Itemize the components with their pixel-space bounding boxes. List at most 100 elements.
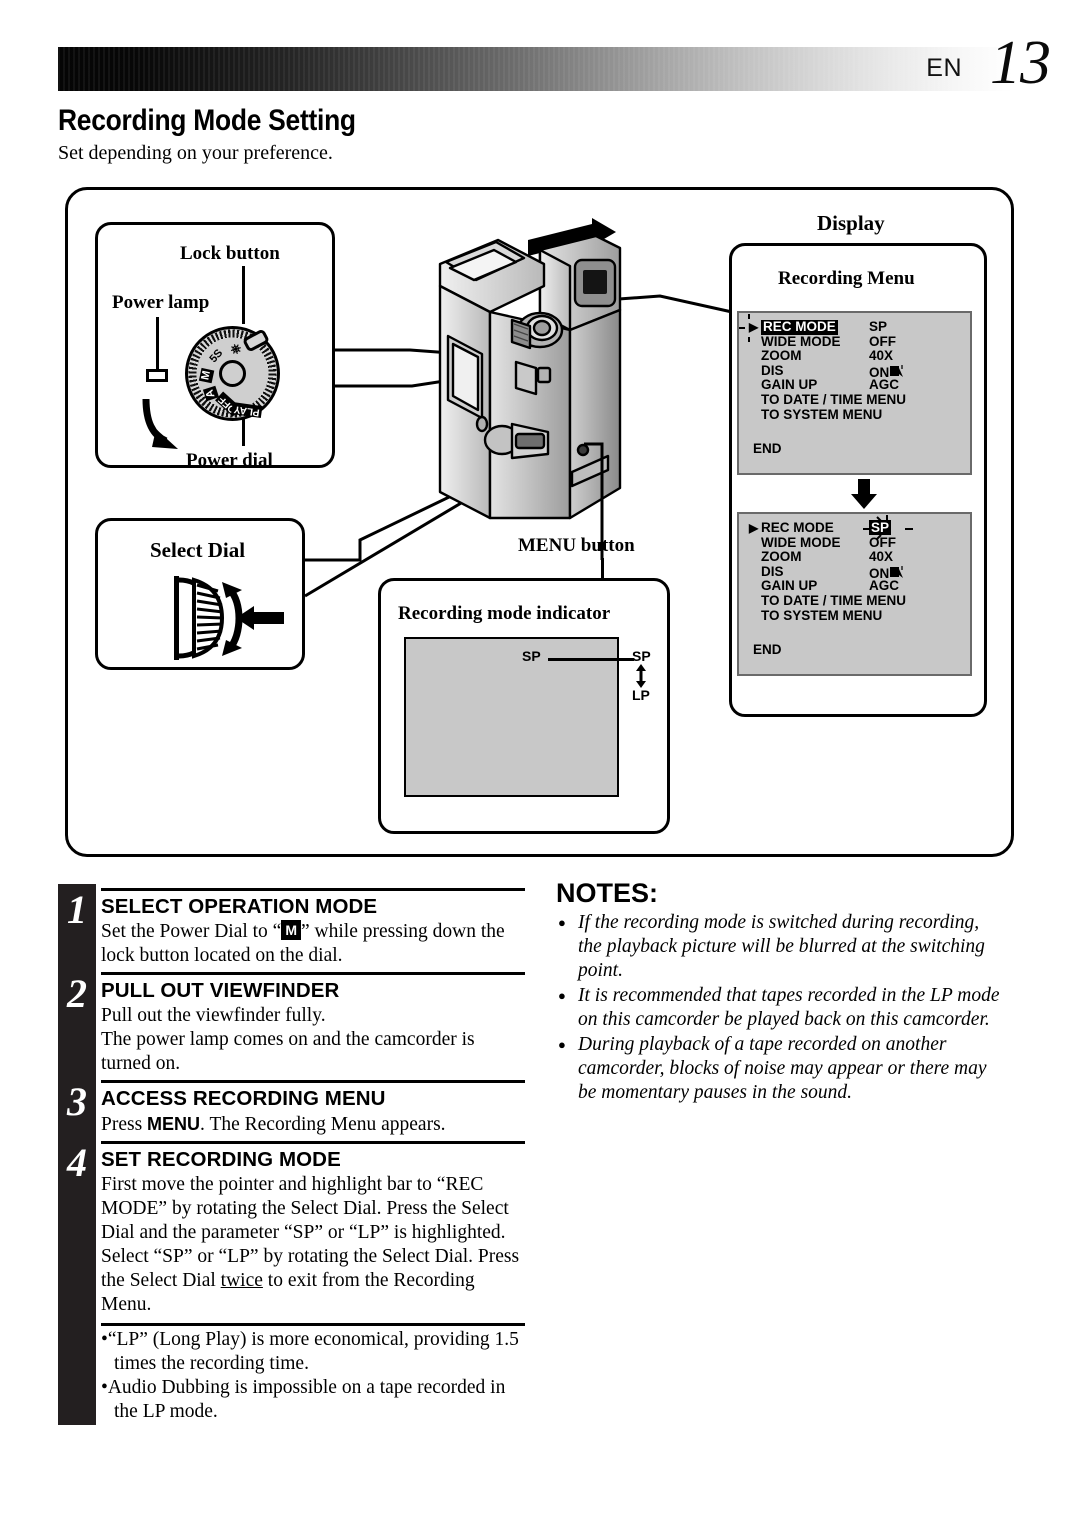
menu-item-label: ZOOM xyxy=(761,348,802,364)
menu-rows-2: ▶ REC MODE SP WIDE MODE OFF ZOOM 40X DIS ON GAIN … xyxy=(747,515,969,624)
step-bullets: •“LP” (Long Play) is more economical, pr… xyxy=(101,1328,525,1424)
bullet-item: •“LP” (Long Play) is more economical, pr… xyxy=(101,1329,519,1374)
manual-page: EN 13 Recording Mode Setting Set dependi… xyxy=(0,0,1080,1533)
flow-down-arrow-icon xyxy=(851,479,877,509)
manual-mode-icon: M xyxy=(281,920,302,940)
page-subtitle: Set depending on your preference. xyxy=(58,142,333,164)
power-lamp-leader xyxy=(156,317,159,370)
page-number: 13 xyxy=(990,29,1051,97)
bullets-divider xyxy=(101,1323,525,1326)
lp-option-label: LP xyxy=(632,687,650,703)
notes-list: If the recording mode is switched during… xyxy=(556,911,1006,1105)
menu-row[interactable]: ▶ REC MODE SP xyxy=(747,515,969,540)
viewfinder-screen xyxy=(404,637,619,797)
recording-mode-indicator-title: Recording mode indicator xyxy=(398,603,611,624)
menu-item-label: TO DATE / TIME MENU xyxy=(761,391,906,407)
menu-item-value: SP xyxy=(869,319,888,334)
menu-pointer-icon: ▶ xyxy=(749,320,759,334)
language-code: EN xyxy=(926,54,962,82)
menu-item-label: TO SYSTEM MENU xyxy=(761,406,883,422)
bullet-item: •Audio Dubbing is impossible on a tape r… xyxy=(101,1377,506,1422)
page-title: Recording Mode Setting xyxy=(58,104,356,137)
menu-row[interactable]: GAIN UP AGC xyxy=(747,378,969,393)
menu-item-label: TO DATE / TIME MENU xyxy=(761,592,906,608)
menu-item-label: DIS xyxy=(761,563,784,579)
step-divider xyxy=(101,1080,525,1083)
recording-menu-screen-1: ▶ REC MODE SP WIDE MODE OFF ZOOM 40X DIS ON GAIN … xyxy=(737,311,972,475)
power-lamp-label: Power lamp xyxy=(112,292,210,313)
instruction-step: SET RECORDING MODE First move the pointer… xyxy=(101,1137,525,1317)
dial-mark-m: M xyxy=(198,367,215,384)
note-item: It is recommended that tapes recorded in… xyxy=(556,984,1006,1032)
step-body: Press MENU. The Recording Menu appears. xyxy=(101,1114,446,1135)
emphasis-twice: twice xyxy=(220,1270,263,1291)
menu-end-2[interactable]: END xyxy=(753,642,782,657)
power-dial-label: Power dial xyxy=(186,450,273,471)
menu-item-value: 40X xyxy=(869,348,894,364)
step-divider xyxy=(101,972,525,975)
sp-option-label: SP xyxy=(632,648,651,664)
menu-row[interactable]: WIDE MODE OFF xyxy=(747,333,969,350)
step-number: 3 xyxy=(67,1079,87,1124)
recording-menu-screen-2: ▶ REC MODE SP WIDE MODE OFF ZOOM 40X DIS ON GAIN … xyxy=(737,512,972,676)
step-number: 1 xyxy=(67,887,87,932)
step-heading: PULL OUT VIEWFINDER xyxy=(101,979,340,1002)
steps-list: SELECT OPERATION MODE Set the Power Dial … xyxy=(101,884,525,1424)
menu-row[interactable]: TO DATE / TIME MENU xyxy=(747,592,969,609)
menu-item-label: WIDE MODE xyxy=(761,534,841,550)
menu-item-value: AGC xyxy=(869,578,899,594)
menu-item-value: OFF xyxy=(869,333,896,349)
menu-item-label: REC MODE xyxy=(761,520,834,535)
menu-row[interactable]: WIDE MODE OFF xyxy=(747,534,969,551)
menu-item-label: REC MODE xyxy=(761,319,838,335)
menu-item-label: WIDE MODE xyxy=(761,333,841,349)
step-divider xyxy=(101,888,525,891)
lock-button-label: Lock button xyxy=(180,243,280,264)
menu-item-label: TO SYSTEM MENU xyxy=(761,607,883,623)
step-heading: SET RECORDING MODE xyxy=(101,1148,341,1171)
menu-row[interactable]: DIS ON xyxy=(747,362,969,380)
select-dial-icon xyxy=(174,576,284,660)
menu-row[interactable]: ZOOM 40X xyxy=(747,549,969,565)
menu-rows-1: ▶ REC MODE SP WIDE MODE OFF ZOOM 40X DIS ON GAIN … xyxy=(739,314,969,423)
step-body: Pull out the viewfinder fully. The power… xyxy=(101,1005,475,1074)
menu-pointer-icon: ▶ xyxy=(749,521,759,535)
notes-section: NOTES: If the recording mode is switched… xyxy=(556,878,1006,1106)
menu-end-1[interactable]: END xyxy=(753,441,782,456)
step-divider xyxy=(101,1141,525,1144)
display-label: Display xyxy=(817,211,885,235)
recording-menu-title: Recording Menu xyxy=(778,268,915,289)
menu-row[interactable]: GAIN UP AGC xyxy=(747,579,969,594)
instruction-step: ACCESS RECORDING MENU Press MENU. The Rec… xyxy=(101,1076,525,1137)
menu-item-value: 40X xyxy=(869,549,894,565)
dial-hub xyxy=(219,360,246,387)
menu-item-label: DIS xyxy=(761,362,784,378)
step-heading: SELECT OPERATION MODE xyxy=(101,895,378,918)
power-dial-illustration: ⎈ 5S M A OFF PLAY xyxy=(185,326,280,421)
menu-row[interactable]: ZOOM 40X xyxy=(747,348,969,364)
notes-title: NOTES: xyxy=(556,878,659,908)
menu-row[interactable]: TO SYSTEM MENU xyxy=(747,406,969,423)
menu-button-leader-elbow xyxy=(584,442,604,560)
menu-item-value: OFF xyxy=(869,534,896,550)
step-body: First move the pointer and highlight bar… xyxy=(101,1174,520,1315)
lock-button-leader xyxy=(242,266,245,324)
menu-row[interactable]: ▶ REC MODE SP xyxy=(739,314,969,342)
dial-rotation-arrow-icon xyxy=(142,398,178,449)
sp-lp-toggle-arrow-icon xyxy=(636,664,646,688)
menu-row[interactable]: DIS ON xyxy=(747,563,969,581)
select-dial-label: Select Dial xyxy=(150,538,246,562)
step-number: 4 xyxy=(67,1140,87,1185)
menu-item-value: AGC xyxy=(869,377,899,393)
instruction-step: PULL OUT VIEWFINDER Pull out the viewfind… xyxy=(101,968,525,1076)
step-heading: ACCESS RECORDING MENU xyxy=(101,1087,386,1110)
menu-key-label: MENU xyxy=(147,1114,201,1134)
menu-row[interactable]: TO SYSTEM MENU xyxy=(747,607,969,624)
step-number: 2 xyxy=(67,971,87,1016)
header-gradient-bar xyxy=(58,47,1013,91)
note-item: During playback of a tape recorded on an… xyxy=(556,1033,1006,1105)
sp-leader-line xyxy=(548,658,634,661)
step-body: Set the Power Dial to “M” while pressing… xyxy=(101,920,505,966)
menu-item-label: GAIN UP xyxy=(761,377,818,393)
menu-row[interactable]: TO DATE / TIME MENU xyxy=(747,391,969,408)
